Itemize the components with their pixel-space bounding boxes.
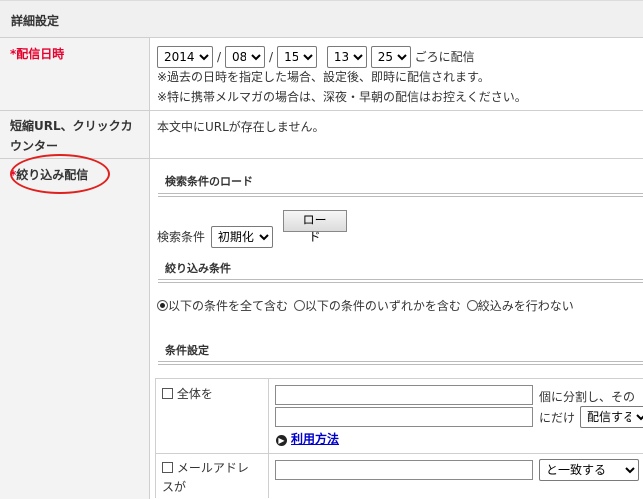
- radio-all-label[interactable]: 以下の条件を全て含む: [168, 299, 288, 313]
- delivery-note-mobile: ※特に携帯メルマガの場合は、深夜・早朝の配信はお控えください。: [157, 90, 527, 104]
- split-text: 個に分割し、その: [539, 390, 636, 404]
- email-label-line1: メールアドレ: [176, 461, 249, 475]
- match-select[interactable]: と一致する: [539, 459, 639, 481]
- email-condition-input[interactable]: [275, 460, 533, 480]
- radio-any-condition[interactable]: [293, 300, 305, 311]
- arrow-right-icon: ▶: [276, 435, 287, 446]
- day-select[interactable]: 15: [277, 46, 318, 68]
- delivery-datetime-controls: 2014/08/15 13 25 ごろに配信: [157, 46, 475, 68]
- search-condition-select[interactable]: 初期化: [210, 226, 273, 248]
- load-button[interactable]: ロード: [282, 210, 347, 244]
- short-url-label-line1: 短縮URL、クリックカ: [10, 119, 133, 133]
- delivery-datetime-label-text: 配信日時: [16, 47, 65, 61]
- date-separator: /: [269, 50, 274, 64]
- cond-all-cell: 全体を: [162, 385, 213, 402]
- short-url-status: 本文中にURLが存在しません。: [157, 120, 325, 134]
- delivery-note-past: ※過去の日時を指定した場合、設定後、即時に配信されます。: [157, 70, 490, 84]
- split-index-input[interactable]: [275, 407, 533, 427]
- radio-none-label[interactable]: 絞込みを行わない: [478, 299, 574, 313]
- split-count-input[interactable]: [275, 385, 533, 405]
- minute-select[interactable]: 25: [370, 46, 411, 68]
- filter-mode-radios: 以下の条件を全て含む 以下の条件のいずれかを含む 絞込みを行わない: [157, 297, 574, 314]
- radio-all-conditions[interactable]: [157, 300, 168, 311]
- cond-email-cell: メールアドレ スが: [162, 459, 249, 497]
- delivery-datetime-label: *配信日時: [0, 38, 150, 110]
- radio-no-filter[interactable]: [466, 300, 478, 311]
- divider: [158, 361, 643, 365]
- hour-select[interactable]: 13: [326, 46, 367, 68]
- short-url-label-line2: ウンター: [10, 139, 59, 153]
- section-title: 詳細設定: [0, 0, 643, 38]
- divider: [158, 279, 643, 283]
- cond-all-checkbox[interactable]: [162, 388, 173, 399]
- filter-delivery-label: *絞り込み配信: [0, 159, 150, 499]
- divider: [158, 193, 643, 197]
- detail-settings-panel: 詳細設定 *配信日時 2014/08/15 13 25 ごろに配信 ※過去の日時…: [0, 0, 643, 499]
- cond-all-label: 全体を: [176, 387, 213, 401]
- date-separator: /: [217, 50, 222, 64]
- delivery-suffix: ごろに配信: [414, 50, 475, 64]
- email-label-line2: スが: [162, 480, 187, 494]
- only-text: にだけ: [539, 411, 576, 425]
- usage-link[interactable]: 利用方法: [291, 432, 339, 446]
- load-conditions-heading: 検索条件のロード: [165, 175, 253, 188]
- highlight-ellipse: [10, 154, 110, 194]
- cond-email-checkbox[interactable]: [162, 462, 173, 473]
- condition-settings-heading: 条件設定: [165, 344, 209, 357]
- short-url-label: 短縮URL、クリックカ ウンター: [0, 111, 150, 158]
- radio-any-label[interactable]: 以下の条件のいずれかを含む: [305, 299, 461, 313]
- year-select[interactable]: 2014: [157, 46, 213, 68]
- search-condition-row: 検索条件 初期化 ロード: [157, 210, 347, 248]
- usage-link-row: ▶ 利用方法: [276, 430, 339, 447]
- filter-conditions-heading: 絞り込み条件: [165, 262, 231, 275]
- deliver-select[interactable]: 配信する: [580, 406, 643, 428]
- search-condition-label: 検索条件: [157, 230, 206, 244]
- month-select[interactable]: 08: [225, 46, 266, 68]
